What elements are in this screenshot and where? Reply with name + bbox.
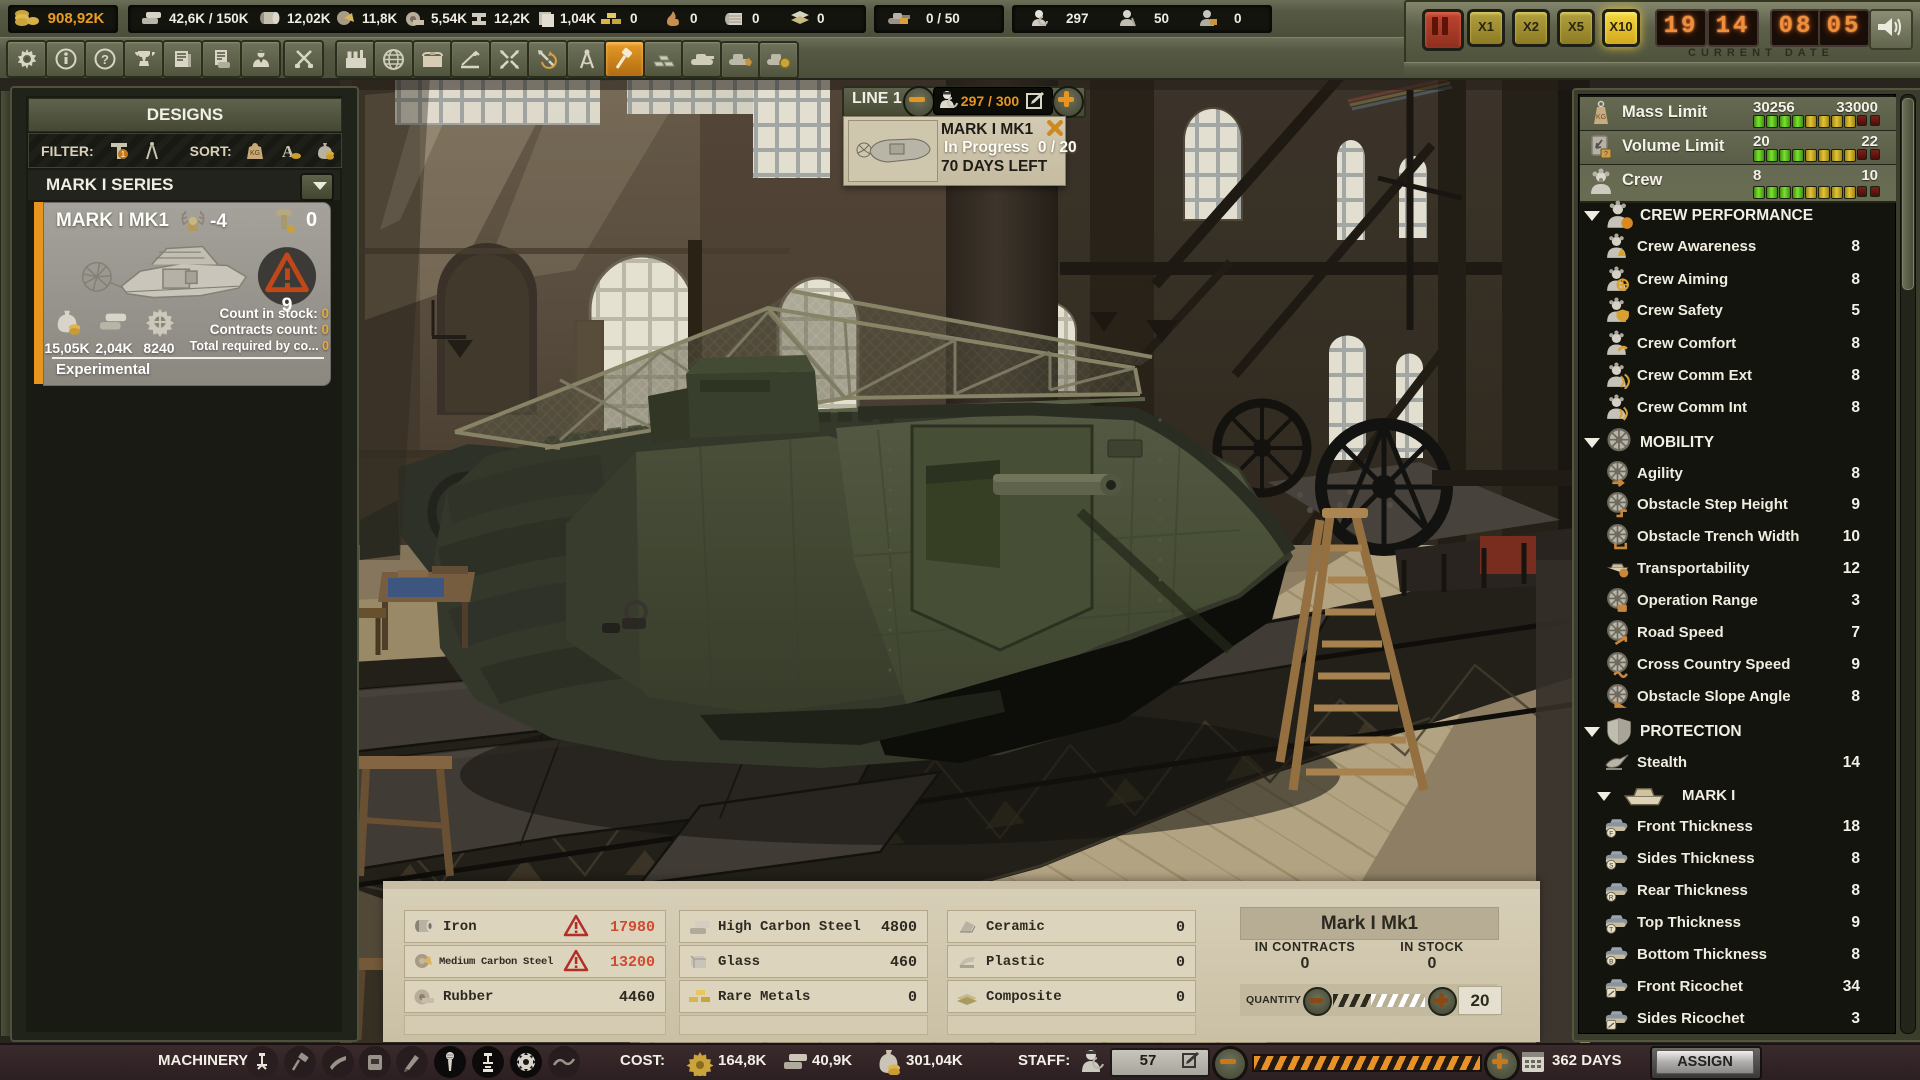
svg-text:S: S — [1609, 863, 1613, 870]
svg-text:R: R — [1609, 895, 1614, 902]
svg-text:KG: KG — [250, 150, 260, 157]
svg-text:T: T — [1609, 927, 1613, 934]
svg-text:?: ? — [101, 52, 109, 67]
svg-text:?: ? — [1604, 151, 1608, 158]
svg-text:B: B — [1609, 959, 1613, 966]
svg-text:KG: KG — [1596, 114, 1606, 121]
svg-text:1: 1 — [120, 150, 125, 159]
svg-text:F: F — [1609, 831, 1613, 838]
